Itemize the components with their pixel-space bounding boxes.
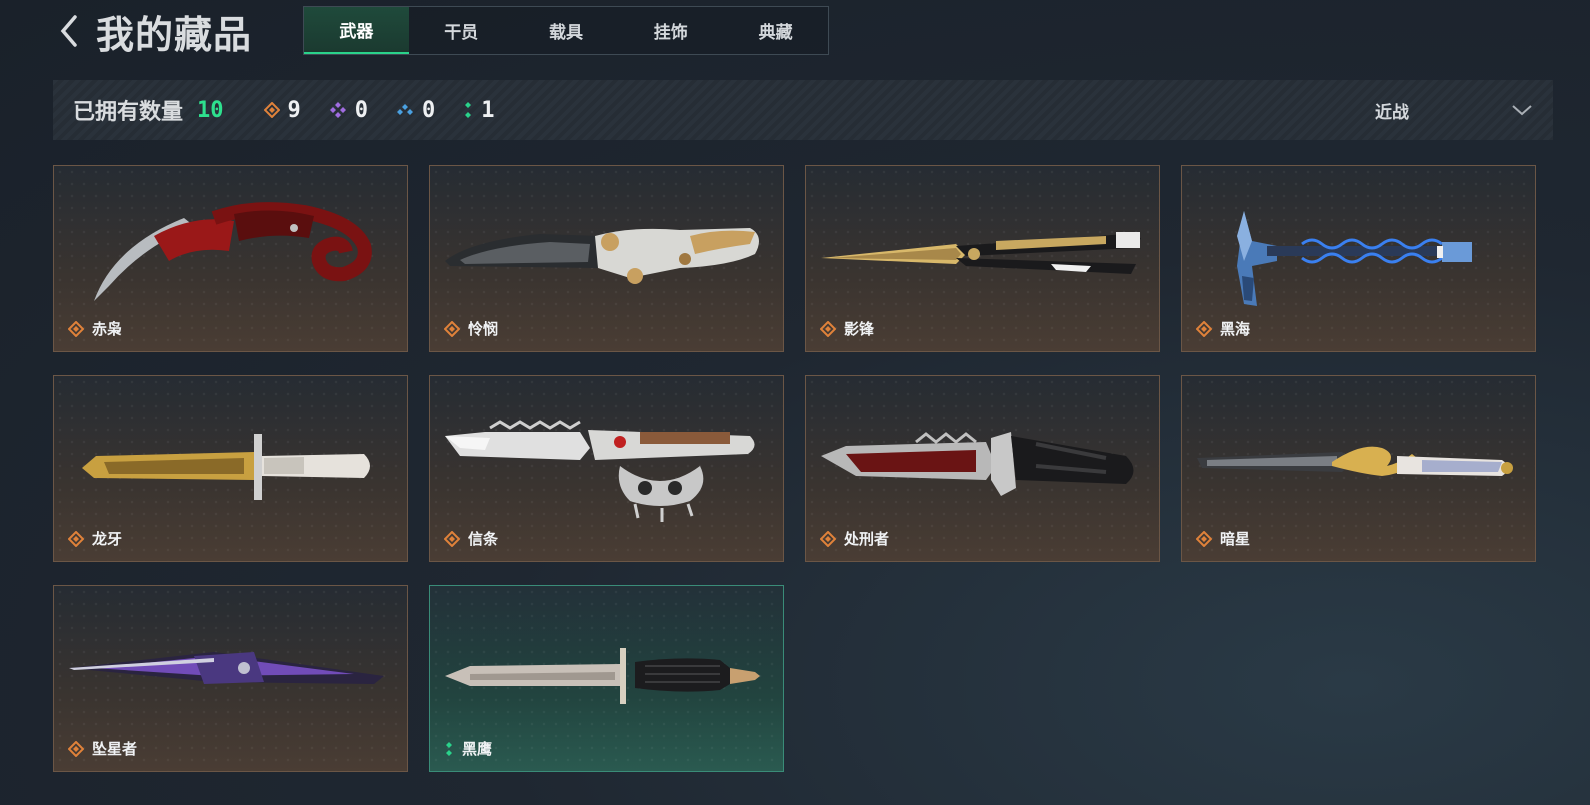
item-name-row: 赤枭 xyxy=(68,318,122,339)
rarity-green: 1 xyxy=(463,97,495,123)
blue-diamond-icon xyxy=(397,104,414,115)
item-name-row: 怜悯 xyxy=(444,318,498,339)
item-card[interactable]: 怜悯 xyxy=(429,165,784,352)
item-card[interactable]: 处刑者 xyxy=(805,375,1160,562)
tab-collection[interactable]: 典藏 xyxy=(723,7,828,54)
green-diamond-icon xyxy=(446,741,452,756)
orange-diamond-icon xyxy=(68,530,84,547)
item-name-row: 黑海 xyxy=(1196,318,1250,339)
item-name-row: 坠星者 xyxy=(68,738,137,759)
item-card[interactable]: 龙牙 xyxy=(53,375,408,562)
rarity-orange-count: 9 xyxy=(287,97,301,123)
dropdown-selected: 近战 xyxy=(1375,102,1409,123)
item-name-row: 黑鹰 xyxy=(444,738,492,759)
back-button[interactable] xyxy=(54,6,84,56)
item-name-row: 暗星 xyxy=(1196,528,1250,549)
item-name: 影锋 xyxy=(844,320,875,338)
chevron-left-icon xyxy=(60,15,77,47)
rarity-orange: 9 xyxy=(263,97,301,123)
orange-diamond-icon xyxy=(820,320,836,337)
item-name: 信条 xyxy=(468,530,499,548)
item-card[interactable]: 暗星 xyxy=(1181,375,1536,562)
item-name: 黑海 xyxy=(1220,320,1251,338)
tab-vehicles[interactable]: 载具 xyxy=(514,7,619,54)
tab-operators[interactable]: 干员 xyxy=(409,7,514,54)
item-name: 赤枭 xyxy=(92,320,123,338)
item-card[interactable]: 赤枭 xyxy=(53,165,408,352)
item-card[interactable]: 黑海 xyxy=(1181,165,1536,352)
purple-diamond-icon xyxy=(329,102,346,118)
chevron-down-icon xyxy=(1512,105,1532,116)
orange-diamond-icon xyxy=(444,320,460,337)
item-name-row: 龙牙 xyxy=(68,528,122,549)
item-name: 龙牙 xyxy=(92,530,123,548)
item-card[interactable]: 黑鹰 xyxy=(429,585,784,772)
orange-diamond-icon xyxy=(820,530,836,547)
owned-label: 已拥有数量 xyxy=(73,100,184,125)
item-name-row: 影锋 xyxy=(820,318,874,339)
tab-weapons[interactable]: 武器 xyxy=(304,7,409,54)
item-name: 处刑者 xyxy=(844,530,890,548)
orange-diamond-icon xyxy=(68,740,84,757)
item-name: 怜悯 xyxy=(468,320,499,338)
green-diamond-icon xyxy=(465,102,472,118)
item-name: 坠星者 xyxy=(92,740,138,758)
category-tabs: 武器 干员 载具 挂饰 典藏 xyxy=(303,6,829,55)
stats-bar: 已拥有数量 10 9 0 0 1 近战 xyxy=(53,80,1553,140)
rarity-blue: 0 xyxy=(396,98,435,123)
rarity-purple: 0 xyxy=(329,98,368,123)
page-title: 我的藏品 xyxy=(96,12,253,57)
rarity-purple-count: 0 xyxy=(354,97,369,123)
weapon-type-dropdown[interactable]: 近战 xyxy=(1363,80,1533,140)
item-name: 暗星 xyxy=(1220,530,1251,548)
item-card[interactable]: 影锋 xyxy=(805,165,1160,352)
rarity-blue-count: 0 xyxy=(422,97,436,123)
owned-count: 10 xyxy=(197,97,224,123)
header: 我的藏品 xyxy=(54,6,253,57)
item-card[interactable]: 信条 xyxy=(429,375,784,562)
item-card[interactable]: 坠星者 xyxy=(53,585,408,772)
orange-diamond-icon xyxy=(263,102,280,118)
orange-diamond-icon xyxy=(444,530,460,547)
item-name-row: 处刑者 xyxy=(820,528,889,549)
rarity-green-count: 1 xyxy=(481,97,495,123)
orange-diamond-icon xyxy=(1196,530,1212,547)
orange-diamond-icon xyxy=(68,320,84,337)
item-name: 黑鹰 xyxy=(462,740,493,758)
tab-charms[interactable]: 挂饰 xyxy=(618,7,723,54)
item-name-row: 信条 xyxy=(444,528,498,549)
orange-diamond-icon xyxy=(1196,320,1212,337)
